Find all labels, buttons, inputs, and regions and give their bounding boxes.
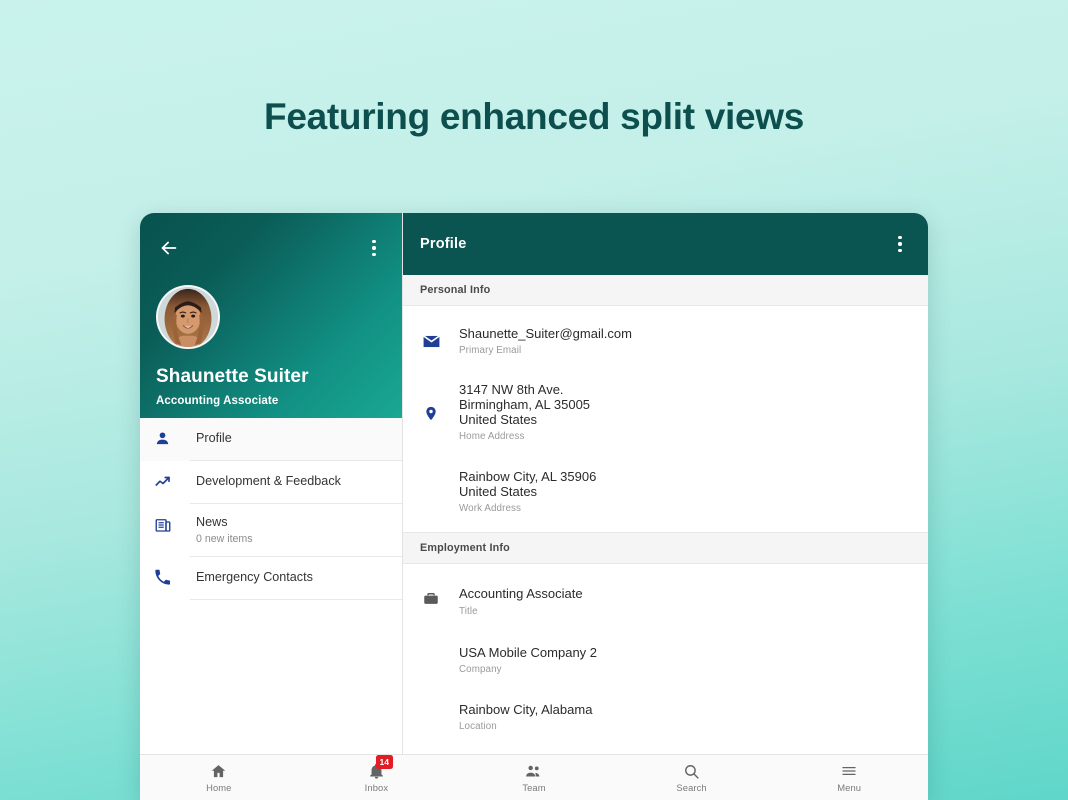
section-header-employment-info: Employment Info [403,533,928,564]
detail-content[interactable]: Personal Info Shaunette_Suiter@gmail.com… [403,275,928,754]
home-icon [210,762,227,780]
sidebar-item-body: Profile [190,418,402,461]
profile-role: Accounting Associate [156,395,386,407]
left-toolbar [156,213,386,283]
sidebar-menu: Profile Development & Feedback [140,418,402,754]
profile-name: Shaunette Suiter [156,366,386,388]
more-vert-icon[interactable] [888,231,912,257]
location-icon [403,382,459,423]
bell-icon: 14 [368,762,385,780]
detail-value: Accounting Associate [459,586,912,601]
avatar[interactable] [156,285,220,349]
nav-label: Team [522,782,545,793]
phone-icon [154,557,190,586]
detail-value: USA Mobile Company 2 [459,645,912,660]
nav-label: Home [206,782,231,793]
detail-row-title[interactable]: Accounting Associate Title [403,564,928,616]
detail-row-body: Rainbow City, Alabama Location [459,702,912,732]
sidebar-item-body: Development & Feedback [190,461,402,504]
arrow-back-icon[interactable] [156,235,182,261]
detail-row-region[interactable]: Region1 US [403,732,928,754]
page-headline: Featuring enhanced split views [0,96,1068,138]
people-icon [524,762,543,780]
sidebar-item-label: News [196,515,390,531]
sidebar-item-label: Profile [196,431,390,447]
detail-label: Company [459,664,912,675]
detail-row-body: Rainbow City, AL 35906 United States Wor… [459,469,912,514]
detail-row-company[interactable]: USA Mobile Company 2 Company [403,617,928,675]
nav-item-search[interactable]: Search [613,755,771,800]
detail-label: Home Address [459,431,912,442]
nav-item-inbox[interactable]: 14 Inbox [298,755,456,800]
sidebar-item-body: News 0 new items [190,504,402,557]
detail-value: Shaunette_Suiter@gmail.com [459,326,912,341]
detail-row-work-address[interactable]: Rainbow City, AL 35906 United States Wor… [403,442,928,532]
detail-value: Rainbow City, Alabama [459,702,912,717]
profile-header: Shaunette Suiter Accounting Associate [140,213,402,418]
detail-toolbar: Profile [403,213,928,275]
left-master-pane: Shaunette Suiter Accounting Associate Pr… [140,213,403,754]
detail-row-location[interactable]: Rainbow City, Alabama Location [403,675,928,732]
spacer-icon [403,702,459,708]
nav-item-home[interactable]: Home [140,755,298,800]
nav-label: Search [676,782,706,793]
detail-label: Primary Email [459,345,912,356]
newspaper-icon [154,504,190,534]
spacer-icon [403,645,459,651]
detail-row-body: Accounting Associate Title [459,586,912,616]
email-icon [403,326,459,351]
sidebar-item-body: Emergency Contacts [190,557,402,600]
detail-label: Work Address [459,503,912,514]
briefcase-icon [403,586,459,608]
nav-item-team[interactable]: Team [455,755,613,800]
detail-row-body: 3147 NW 8th Ave. Birmingham, AL 35005 Un… [459,382,912,442]
detail-row-home-address[interactable]: 3147 NW 8th Ave. Birmingham, AL 35005 Un… [403,356,928,442]
tablet-screen: Shaunette Suiter Accounting Associate Pr… [140,213,928,800]
section-header-personal-info: Personal Info [403,275,928,306]
inbox-badge: 14 [376,755,393,769]
detail-label: Title [459,606,912,617]
bottom-navigation-bar: Home 14 Inbox Team [140,754,928,800]
nav-label: Inbox [365,782,388,793]
person-icon [154,418,190,447]
trending-up-icon [154,461,190,491]
spacer-icon [403,469,459,475]
more-vert-icon[interactable] [362,235,386,261]
sidebar-item-profile[interactable]: Profile [140,418,402,461]
sidebar-item-sublabel: 0 new items [196,533,390,545]
detail-row-body: USA Mobile Company 2 Company [459,645,912,675]
nav-item-menu[interactable]: Menu [770,755,928,800]
hamburger-menu-icon [840,762,858,780]
sidebar-item-label: Development & Feedback [196,474,390,490]
detail-value: Rainbow City, AL 35906 United States [459,469,912,499]
sidebar-item-label: Emergency Contacts [196,570,390,586]
split-view: Shaunette Suiter Accounting Associate Pr… [140,213,928,754]
right-detail-pane: Profile Personal Info Shaun [403,213,928,754]
search-icon [683,762,700,780]
nav-label: Menu [837,782,861,793]
detail-row-body: Shaunette_Suiter@gmail.com Primary Email [459,326,912,356]
sidebar-item-development-feedback[interactable]: Development & Feedback [140,461,402,504]
page-title: Profile [420,236,467,252]
sidebar-item-news[interactable]: News 0 new items [140,504,402,557]
detail-row-primary-email[interactable]: Shaunette_Suiter@gmail.com Primary Email [403,306,928,356]
detail-value: 3147 NW 8th Ave. Birmingham, AL 35005 Un… [459,382,912,427]
detail-label: Location [459,721,912,732]
sidebar-item-emergency-contacts[interactable]: Emergency Contacts [140,557,402,600]
